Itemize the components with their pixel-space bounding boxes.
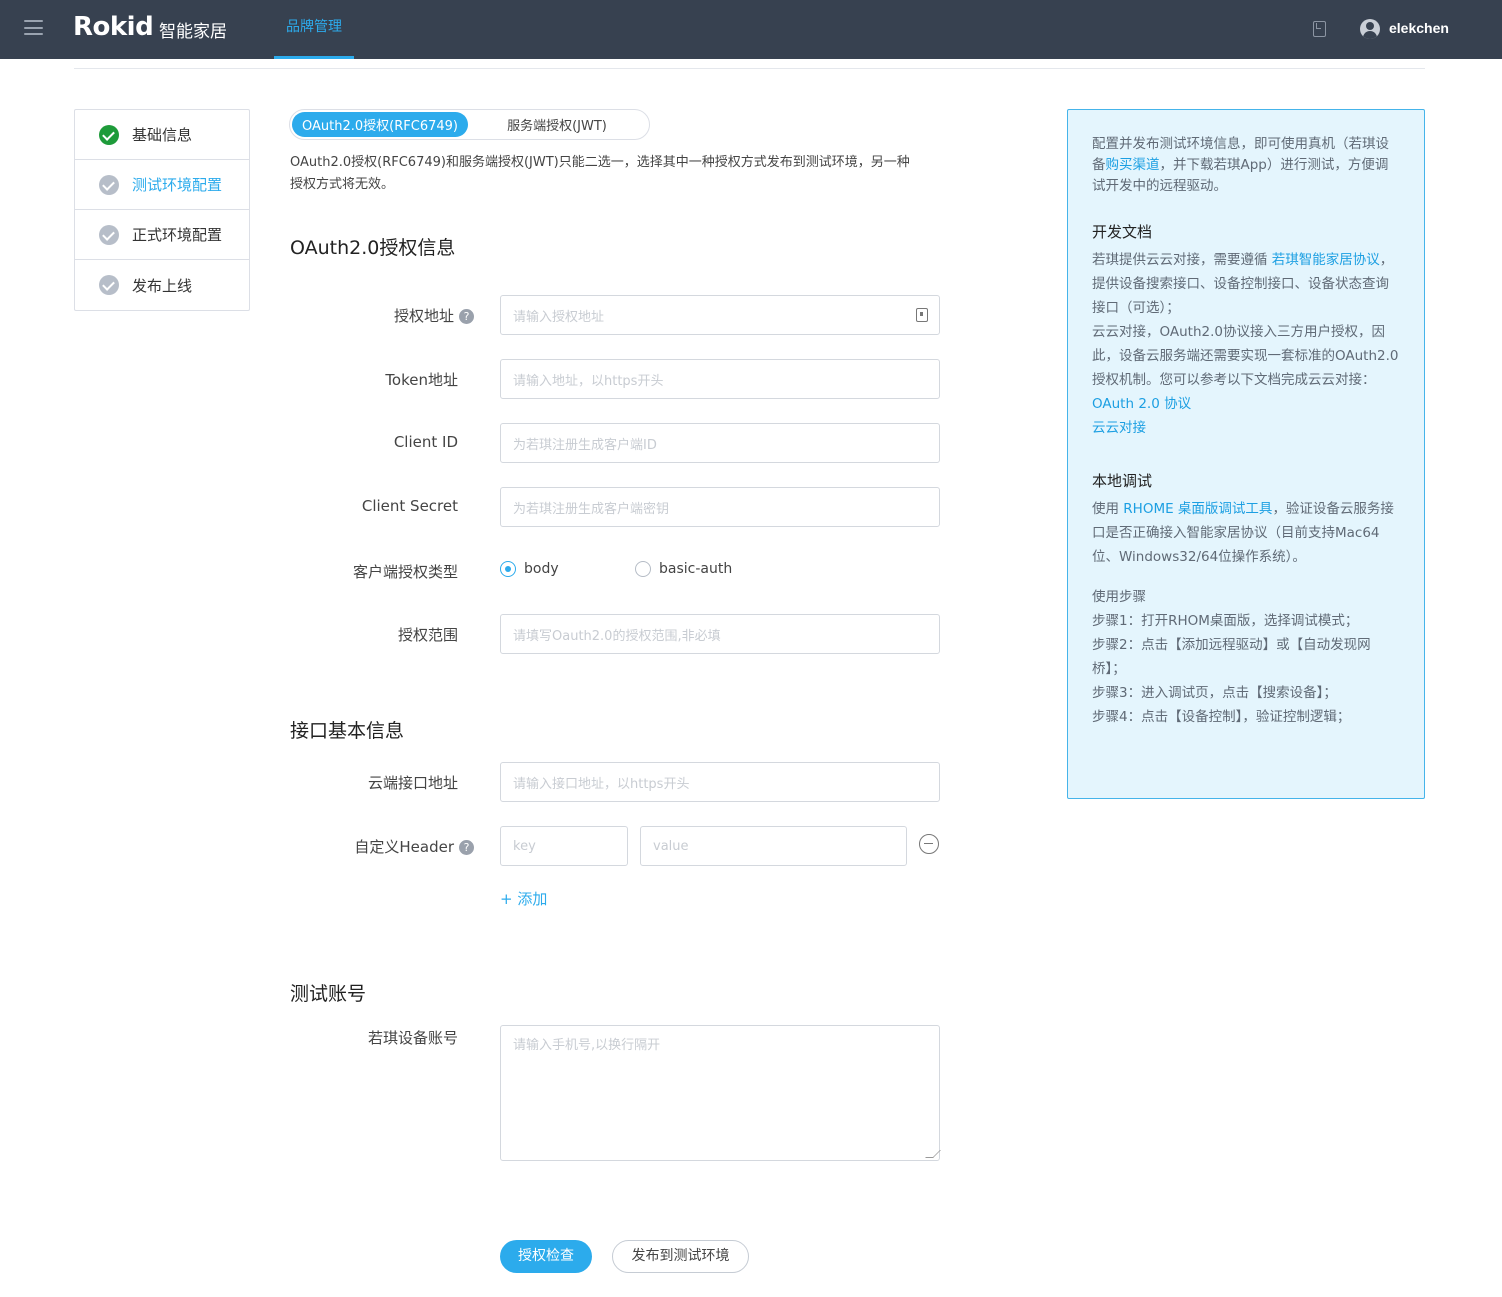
scope-label: 授权范围 [397,626,458,644]
rhome-tool-link[interactable]: RHOME 桌面版调试工具 [1123,501,1272,517]
document-icon[interactable] [1313,21,1326,37]
usage-step-3: 步骤3：进入调试页，点击【搜索设备】； [1092,685,1337,701]
help-icon[interactable]: ? [459,309,474,324]
header-key-input[interactable]: key [500,826,628,866]
step-prod-env-config[interactable]: 正式环境配置 [75,210,249,260]
usage-steps-title: 使用步骤 [1092,589,1146,605]
check-circle-icon [99,174,119,195]
divider [74,68,1425,69]
auth-check-button[interactable]: 授权检查 [500,1240,592,1273]
local-debug-title: 本地调试 [1092,472,1153,490]
usage-step-2: 步骤2：点击【添加远程驱动】或【自动发现网桥】； [1092,637,1371,677]
local-debug-text: 使用 RHOME 桌面版调试工具，验证设备云服务接口是否正确接入智能家居协议（目… [1092,501,1394,565]
help-panel: 配置并发布测试环境信息，即可使用真机（若琪设备购买渠道，并下载若琪App）进行测… [1067,109,1425,799]
radio-selected-icon [500,561,516,577]
header-value-input[interactable]: value [640,826,907,866]
client-secret-label: Client Secret [361,497,458,515]
avatar-icon[interactable] [1360,19,1380,39]
step-publish[interactable]: 发布上线 [75,260,249,310]
scope-input[interactable]: 请填写Oauth2.0的授权范围,非必填 [500,614,940,654]
section-title-oauth: OAuth2.0授权信息 [290,237,456,259]
radio-unselected-icon [635,561,651,577]
cloud-url-label: 云端接口地址 [367,774,458,792]
step-label: 正式环境配置 [132,226,223,244]
remove-header-icon[interactable] [919,834,939,854]
auth-type-switch: OAuth2.0授权(RFC6749) 服务端授权(JWT) [289,109,650,140]
device-account-label: 若琪设备账号 [367,1029,458,1047]
contact-card-icon[interactable] [916,308,928,322]
check-circle-icon [99,124,119,145]
menu-icon[interactable] [24,20,43,35]
app-name: 智能家居 [159,22,227,42]
client-auth-type-label: 客户端授权类型 [352,563,458,581]
add-header-button[interactable]: + 添加 [500,888,547,909]
step-label: 发布上线 [132,276,193,295]
help-icon[interactable]: ? [459,840,474,855]
cloud-url-input[interactable]: 请输入接口地址，以https开头 [500,762,940,802]
protocol-link[interactable]: 若琪智能家居协议 [1272,252,1380,268]
radio-body[interactable]: body [500,561,559,577]
radio-basic-auth[interactable]: basic-auth [635,561,732,577]
device-account-textarea[interactable]: 请输入手机号,以换行隔开 [500,1025,941,1161]
tab-jwt[interactable]: 服务端授权(JWT) [468,112,646,137]
top-navbar: Rokid 智能家居 品牌管理 elekchen [0,0,1502,59]
section-title-test-account: 测试账号 [290,983,367,1005]
nav-tab-brand-management[interactable]: 品牌管理 [274,0,354,59]
auth-notice: OAuth2.0授权(RFC6749)和服务端授权(JWT)只能二选一，选择其中… [290,155,910,192]
usage-step-1: 步骤1：打开RHOM桌面版，选择调试模式； [1092,613,1359,629]
client-id-input[interactable]: 为若琪注册生成客户端ID [500,423,940,463]
cloud-doc-link[interactable]: 云云对接 [1092,420,1146,436]
step-label: 基础信息 [132,126,193,144]
auth-url-input[interactable]: 请输入授权地址 [500,295,940,335]
token-url-input[interactable]: 请输入地址，以https开头 [500,359,940,399]
publish-test-button[interactable]: 发布到测试环境 [612,1240,749,1273]
client-secret-input[interactable]: 为若琪注册生成客户端密钥 [500,487,940,527]
step-label: 测试环境配置 [132,176,223,194]
check-circle-icon [99,224,119,245]
usage-step-4: 步骤4：点击【设备控制】，验证控制逻辑； [1092,709,1351,725]
tab-oauth2[interactable]: OAuth2.0授权(RFC6749) [292,112,468,137]
dev-docs-text-2: 云云对接，OAuth2.0协议接入三方用户授权，因此，设备云服务端还需要实现一套… [1092,324,1399,388]
dev-docs-text: 若琪提供云云对接，需要遵循 若琪智能家居协议，提供设备搜索接口、设备控制接口、设… [1092,252,1394,316]
token-url-label: Token地址 [385,371,458,389]
purchase-link[interactable]: 购买渠道 [1106,157,1160,173]
auth-url-label: 授权地址? [258,305,474,326]
brand-logo[interactable]: Rokid [73,12,154,42]
client-id-label: Client ID [393,433,458,451]
dev-docs-title: 开发文档 [1092,223,1153,241]
step-basic-info[interactable]: 基础信息 [75,110,249,160]
resize-handle[interactable] [925,1150,941,1158]
section-title-api: 接口基本信息 [290,720,405,742]
intro-text: 配置并发布测试环境信息，即可使用真机（若琪设备购买渠道，并下载若琪App）进行测… [1092,136,1389,194]
custom-header-label: 自定义Header? [258,836,474,857]
check-circle-icon [99,275,119,295]
oauth-doc-link[interactable]: OAuth 2.0 协议 [1092,396,1191,412]
username[interactable]: elekchen [1389,20,1449,36]
step-nav: 基础信息 测试环境配置 正式环境配置 发布上线 [74,109,250,311]
step-test-env-config[interactable]: 测试环境配置 [75,160,249,210]
